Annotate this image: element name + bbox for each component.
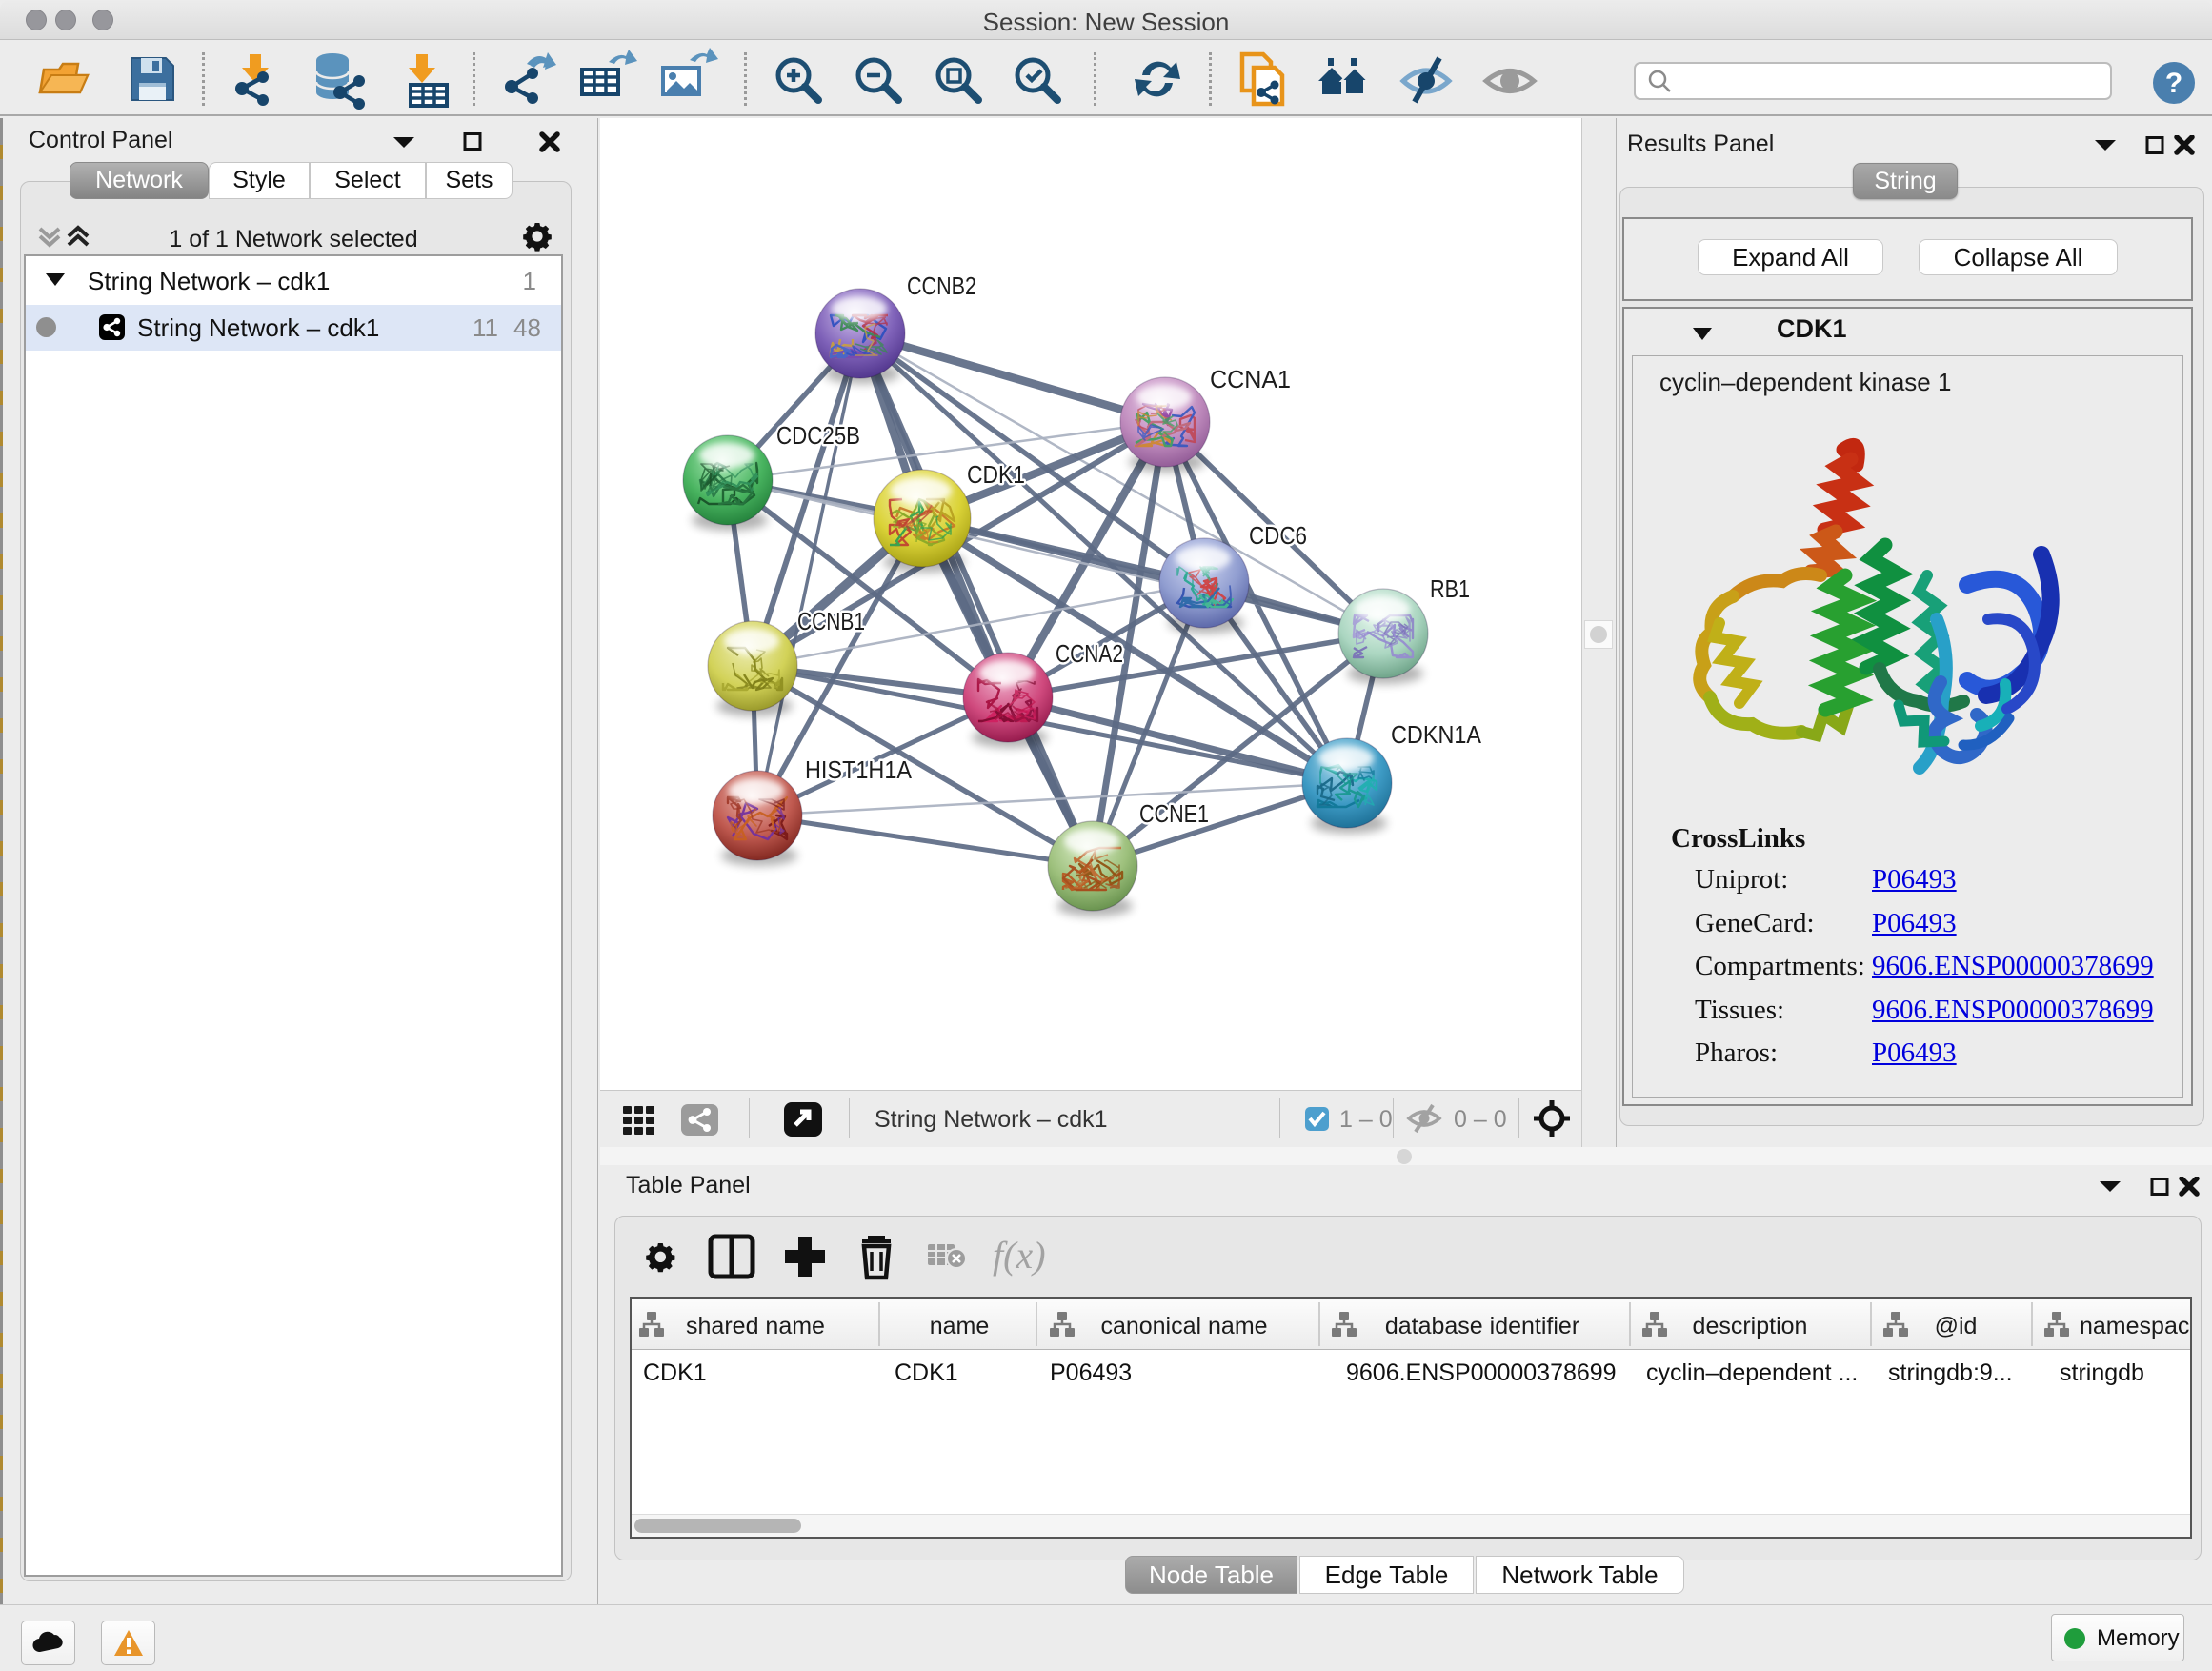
svg-text:CCNA1: CCNA1 (1210, 365, 1291, 393)
svg-text:canonical name: canonical name (1100, 1313, 1267, 1339)
svg-text:RB1: RB1 (1430, 574, 1470, 603)
svg-text:shared name: shared name (686, 1313, 825, 1339)
svg-text:CCNE1: CCNE1 (1139, 799, 1209, 828)
svg-text:0 – 0: 0 – 0 (1454, 1106, 1507, 1133)
svg-text:CCNB2: CCNB2 (907, 272, 976, 300)
svg-text:description: description (1693, 1313, 1808, 1339)
svg-text:CCNA2: CCNA2 (1056, 639, 1123, 668)
svg-text:CDC25B: CDC25B (776, 421, 860, 450)
svg-text:database identifier: database identifier (1385, 1313, 1579, 1339)
svg-text:String Network – cdk1: String Network – cdk1 (875, 1106, 1108, 1133)
svg-text:?: ? (2165, 68, 2182, 99)
svg-text:CDC6: CDC6 (1249, 521, 1307, 550)
svg-text:CCNB1: CCNB1 (797, 607, 865, 635)
svg-text:f(x): f(x) (993, 1234, 1046, 1277)
svg-text:@id: @id (1935, 1313, 1978, 1339)
svg-text:CDK1: CDK1 (967, 460, 1025, 489)
svg-text:CDKN1A: CDKN1A (1391, 720, 1482, 749)
svg-text:name: name (930, 1313, 990, 1339)
svg-text:HIST1H1A: HIST1H1A (805, 755, 913, 784)
svg-text:namespac: namespac (2080, 1313, 2189, 1339)
svg-text:1 – 0: 1 – 0 (1339, 1106, 1393, 1133)
